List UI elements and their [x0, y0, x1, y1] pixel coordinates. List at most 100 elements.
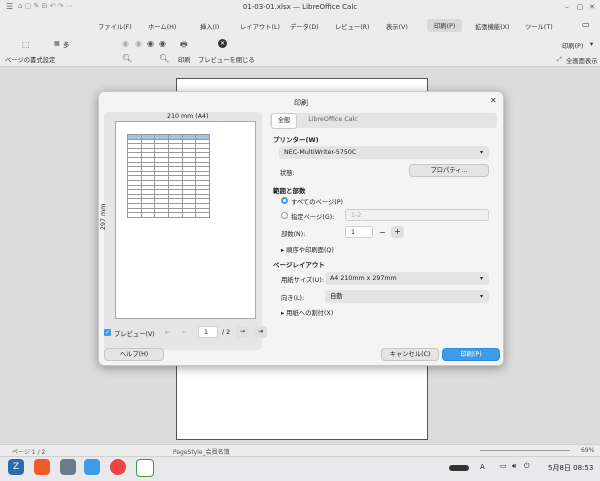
files-icon[interactable]: [60, 459, 76, 475]
specific-pages-radio[interactable]: [281, 212, 288, 219]
order-expander-label: 順序や印刷面(Q): [286, 247, 334, 254]
properties-button[interactable]: プロパティ...: [409, 164, 489, 177]
preview-toolbar: ⬚ ページの書式設定 ▦ 多 🔍︎ ◉ ◉ ◉ ◉ 🔍︎ 🖶 印刷 ✕ プレビュ…: [0, 36, 600, 67]
specific-pages-label[interactable]: 指定ページ(G):: [291, 212, 334, 221]
tab-bar: 全般 LibreOffice Calc: [270, 113, 497, 129]
print-dropdown[interactable]: 印刷(P): [562, 41, 583, 50]
zoom-slider[interactable]: [480, 450, 570, 451]
help-button[interactable]: ヘルプ(H): [104, 348, 164, 361]
zoom-status[interactable]: 69%: [581, 447, 594, 454]
print-button[interactable]: 印刷(P): [442, 348, 500, 361]
printer-name: NEC-MultiWriter-5750C: [284, 149, 357, 156]
order-expander[interactable]: ▸ 順序や印刷面(Q): [281, 245, 334, 254]
preview-height-label: 297 mm: [100, 203, 107, 230]
next-page-icon-dialog[interactable]: →: [236, 326, 249, 338]
print-icon[interactable]: 🖶: [180, 40, 188, 49]
volume-icon[interactable]: 🔊︎: [512, 462, 516, 471]
preview-table-thumbnail: [127, 134, 210, 218]
workspace-indicator[interactable]: [449, 465, 469, 471]
chevron-down-icon: ▾: [479, 275, 483, 282]
paper-size-value: A4 210mm x 297mm: [330, 275, 397, 282]
preview-checkbox[interactable]: ✓: [104, 329, 111, 336]
specific-pages-input[interactable]: 1-2: [345, 209, 489, 221]
prev-page-icon[interactable]: ◉: [135, 39, 142, 48]
window-title: 01-03-01.xlsx — LibreOffice Calc: [242, 3, 358, 11]
chevron-down-icon: ▾: [479, 149, 483, 156]
preview-checkbox-label[interactable]: プレビュー(V): [114, 329, 155, 338]
zoom-in-icon[interactable]: 🔍︎: [159, 54, 169, 63]
sidebar-toggle-icon[interactable]: ▭: [582, 20, 590, 29]
fullscreen-icon[interactable]: ⤢: [557, 55, 562, 64]
chrome-icon[interactable]: [110, 459, 126, 475]
dialog-close-icon[interactable]: ✕: [490, 96, 497, 105]
menu-review[interactable]: レビュー(R): [335, 22, 369, 31]
last-page-icon-dialog[interactable]: ⇥: [254, 326, 267, 338]
preview-pane: 210 mm (A4) 297 mm ✓ プレビュー(V) ⇤ ← 1 / 2 …: [100, 112, 267, 350]
keyboard-layout[interactable]: A: [480, 463, 485, 471]
power-icon[interactable]: ⏻: [524, 462, 530, 471]
page-status: ページ 1 / 2: [12, 449, 46, 456]
first-page-icon-dialog[interactable]: ⇤: [165, 329, 170, 336]
network-icon[interactable]: ▭: [500, 462, 507, 470]
specific-pages-placeholder: 1-2: [351, 212, 362, 219]
all-pages-label[interactable]: すべてのページ(P): [291, 197, 343, 206]
menu-view[interactable]: 表示(V): [386, 22, 408, 31]
page-format-label[interactable]: ページの書式設定: [5, 55, 55, 64]
print-dropdown-arrow-icon[interactable]: ▾: [590, 41, 593, 48]
close-preview-icon[interactable]: ✕: [218, 39, 227, 48]
menu-layout[interactable]: レイアウト(L): [240, 22, 280, 31]
cancel-button[interactable]: キャンセル(C): [381, 348, 439, 361]
printer-section-title: プリンター(W): [273, 136, 319, 144]
paper-size-label: 用紙サイズ(U):: [281, 277, 324, 284]
decrement-icon[interactable]: −: [379, 228, 386, 237]
paper-size-select[interactable]: A4 210mm x 297mm ▾: [325, 272, 489, 285]
close-preview-label[interactable]: プレビューを閉じる: [198, 55, 255, 64]
page-style-status: PageStyle_会員名簿: [173, 449, 230, 456]
prev-page-icon-dialog[interactable]: ←: [182, 329, 187, 336]
fit-expander[interactable]: ▸ 用紙への割付(X): [281, 308, 333, 317]
increment-icon[interactable]: +: [391, 226, 404, 238]
page-number-field[interactable]: 1: [198, 326, 218, 338]
all-pages-radio[interactable]: [281, 197, 288, 204]
layout-section-title: ページレイアウト: [273, 261, 325, 269]
copies-input[interactable]: 1: [345, 226, 373, 238]
preview-page: [115, 121, 256, 319]
range-section-title: 範囲と部数: [273, 187, 306, 195]
maximize-icon[interactable]: ▢: [576, 3, 584, 11]
menu-extensions[interactable]: 拡張機能(X): [475, 22, 509, 31]
multi-page-label[interactable]: 多: [63, 40, 69, 49]
preview-width-label: 210 mm (A4): [167, 113, 209, 120]
last-page-icon[interactable]: ◉: [159, 39, 166, 48]
close-window-icon[interactable]: ✕: [588, 3, 596, 11]
clock[interactable]: 5月8日 08:53: [548, 463, 593, 473]
minimize-icon[interactable]: –: [563, 3, 571, 11]
menu-tools[interactable]: ツール(T): [525, 22, 553, 31]
chevron-down-icon: ▾: [479, 293, 483, 300]
multi-page-icon[interactable]: ▦: [54, 39, 60, 48]
orientation-value: 自動: [330, 293, 343, 300]
zorin-menu-icon[interactable]: Z: [8, 459, 24, 475]
print-label[interactable]: 印刷: [178, 55, 191, 64]
fullscreen-button[interactable]: 全画面表示: [566, 56, 597, 65]
menu-insert[interactable]: 挿入(I): [200, 22, 219, 31]
printer-select[interactable]: NEC-MultiWriter-5750C ▾: [279, 146, 489, 159]
menu-file[interactable]: ファイル(F): [98, 22, 132, 31]
page-format-icon[interactable]: ⬚: [22, 40, 30, 49]
next-page-icon[interactable]: ◉: [147, 39, 154, 48]
orientation-select[interactable]: 自動 ▾: [325, 290, 489, 303]
menu-data[interactable]: データ(D): [290, 22, 319, 31]
tab-calc[interactable]: LibreOffice Calc: [298, 113, 368, 127]
menu-bar: ファイル(F) ホーム(H) 挿入(I) レイアウト(L) データ(D) レビュ…: [0, 14, 600, 36]
orientation-label: 向き(L):: [281, 295, 305, 302]
menu-print[interactable]: 印刷(P): [427, 19, 463, 32]
first-page-icon[interactable]: ◉: [122, 39, 129, 48]
zoom-out-icon[interactable]: 🔍︎: [122, 54, 132, 63]
copies-label: 部数(N):: [281, 231, 306, 238]
menu-home[interactable]: ホーム(H): [148, 22, 176, 31]
title-bar: ☰ ⌂ ▢ ✎ ⊟ ↶ ↷ ⋯ 01-03-01.xlsx — LibreOff…: [0, 0, 600, 15]
brave-browser-icon[interactable]: [34, 459, 50, 475]
libreoffice-calc-icon[interactable]: [136, 459, 154, 477]
software-store-icon[interactable]: [84, 459, 100, 475]
tab-general[interactable]: 全般: [271, 113, 297, 129]
print-dialog: 印刷 ✕ 210 mm (A4) 297 mm ✓ プレビュー(V) ⇤ ← 1…: [98, 91, 504, 366]
